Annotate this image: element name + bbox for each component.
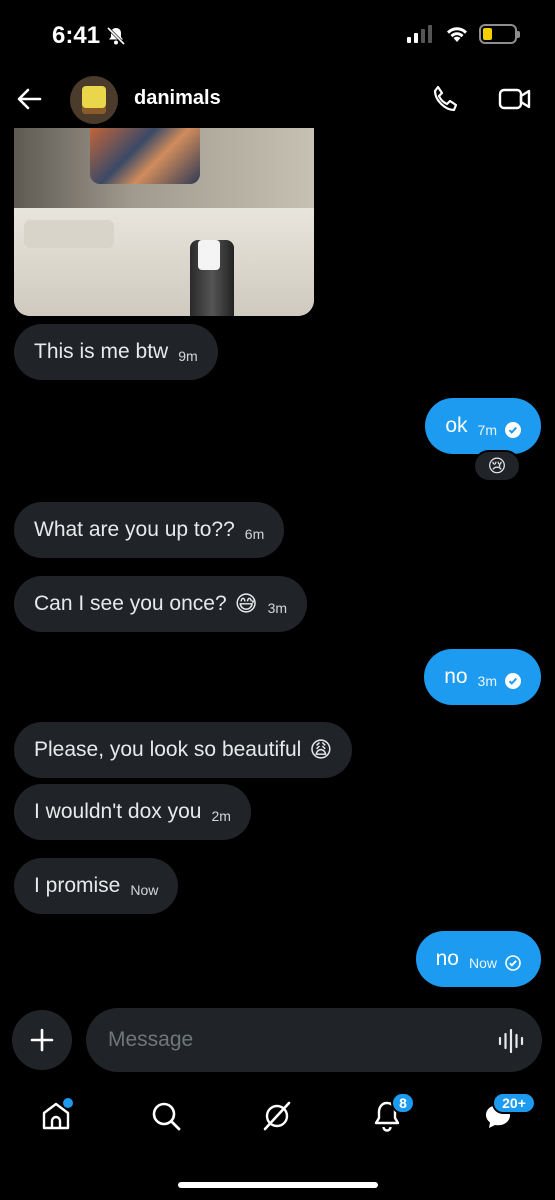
message-input[interactable]	[86, 1008, 542, 1072]
voice-message-icon[interactable]	[497, 1027, 525, 1055]
plus-icon	[30, 1028, 54, 1052]
message-bubble-incoming[interactable]: This is me btw 9m	[14, 324, 218, 380]
signal-icon	[407, 25, 432, 43]
message-time: 2m	[211, 808, 231, 824]
message-bubble-incoming[interactable]: I promise Now	[14, 858, 179, 914]
message-text: What are you up to??	[34, 518, 235, 541]
message-text: I wouldn't dox you	[34, 800, 202, 823]
message-text: no	[444, 665, 468, 688]
home-indicator	[178, 1182, 378, 1188]
message-text: This is me btw	[34, 340, 169, 363]
message-text: ok	[445, 414, 468, 437]
message-bubble-incoming[interactable]: I wouldn't dox you 2m	[14, 784, 251, 840]
message-thread[interactable]: This is me btw 9m ok 7m 😢 What are you u…	[0, 128, 555, 998]
message-bubble-outgoing[interactable]: no Now	[415, 931, 541, 987]
message-text: Can I see you once?	[34, 592, 227, 615]
message-emoji: 😅	[234, 591, 258, 616]
message-bubble-outgoing[interactable]: ok 7m	[425, 398, 541, 454]
back-arrow-icon[interactable]	[14, 84, 44, 114]
bell-slash-icon	[106, 26, 126, 46]
status-right	[407, 24, 520, 44]
message-emoji: 😩	[309, 737, 333, 762]
battery-low-icon	[479, 24, 520, 44]
phone-icon[interactable]	[430, 84, 460, 114]
message-bubble-incoming[interactable]: Please, you look so beautiful 😩	[14, 722, 353, 778]
message-time: Now	[130, 882, 159, 898]
reaction-badge[interactable]: 😢	[473, 450, 521, 482]
home-unread-dot	[63, 1098, 73, 1108]
avatar[interactable]	[70, 76, 118, 124]
search-icon	[152, 1102, 181, 1131]
message-time: Now	[468, 955, 497, 971]
conversation-username[interactable]: danimals	[134, 87, 221, 110]
tab-notifications[interactable]: 8	[367, 1092, 415, 1136]
read-check-icon	[505, 673, 521, 689]
wifi-icon	[447, 27, 467, 42]
message-time: 6m	[244, 526, 265, 542]
add-attachment-button[interactable]	[12, 1010, 72, 1070]
message-time: 3m	[477, 673, 497, 689]
conversation-header: danimals	[0, 72, 555, 128]
message-text: no	[435, 947, 459, 970]
message-time: 7m	[477, 422, 497, 438]
tab-messages[interactable]: 20+	[478, 1092, 536, 1136]
message-time: 9m	[178, 348, 198, 364]
video-camera-icon[interactable]	[498, 85, 532, 113]
status-bar: 6:41	[0, 0, 555, 70]
tab-home[interactable]	[36, 1096, 76, 1136]
message-text: Please, you look so beautiful	[34, 738, 302, 761]
tab-search[interactable]	[146, 1096, 186, 1136]
message-bubble-outgoing[interactable]: no 3m	[424, 649, 541, 705]
tab-grok[interactable]	[257, 1096, 297, 1136]
message-composer	[0, 1008, 555, 1072]
notifications-badge: 8	[391, 1092, 415, 1114]
bottom-tab-bar: 8 20+	[0, 1090, 555, 1150]
messages-badge: 20+	[492, 1092, 536, 1114]
shared-photo[interactable]	[14, 128, 314, 316]
read-check-icon	[505, 422, 521, 438]
grok-icon	[263, 1101, 291, 1131]
message-bubble-incoming[interactable]: What are you up to?? 6m	[14, 502, 285, 558]
message-time: 3m	[267, 600, 288, 616]
status-time: 6:41	[52, 22, 101, 49]
status-time-wrap: 6:41	[52, 22, 126, 50]
sent-check-icon	[505, 955, 521, 971]
message-text: I promise	[34, 874, 121, 897]
message-bubble-incoming[interactable]: Can I see you once? 😅 3m	[14, 576, 308, 632]
